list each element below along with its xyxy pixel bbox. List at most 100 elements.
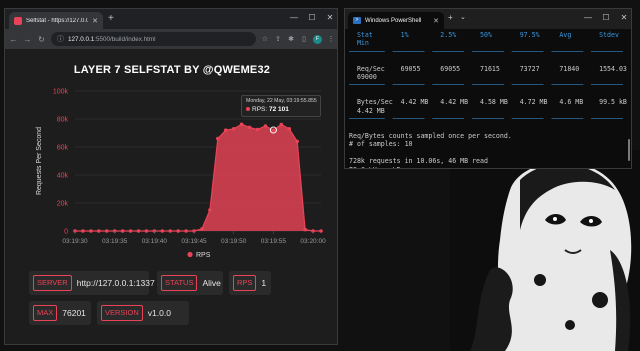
rps-point — [208, 208, 212, 212]
rps-point — [271, 128, 276, 132]
rps-point — [216, 136, 220, 141]
minimize-icon[interactable]: — — [579, 11, 597, 25]
x-tick-label: 03:19:55 — [261, 238, 287, 245]
close-tab-icon[interactable]: ✕ — [433, 17, 439, 25]
rps-point — [255, 127, 260, 132]
server-label: SERVER — [33, 275, 72, 291]
forward-icon[interactable]: → — [23, 35, 32, 44]
browser-window: Selfstat - https://127.0.0.1:1337 ✕ + — … — [4, 8, 338, 345]
terminal-line: PS C:\Users\Dev> — [349, 166, 625, 169]
max-value: 76201 — [62, 308, 86, 318]
rps-point — [319, 229, 323, 233]
profile-avatar[interactable]: F — [313, 34, 322, 44]
rps-point — [136, 229, 141, 233]
terminal-line: 69000 — [349, 73, 377, 82]
series-dot-icon — [246, 107, 250, 111]
rps-point — [263, 124, 268, 128]
close-tab-icon[interactable]: ✕ — [92, 17, 98, 25]
close-window-icon[interactable]: ✕ — [615, 11, 631, 25]
address-bar[interactable]: ⓘ 127.0.0.1:5500/build/index.html — [51, 32, 256, 46]
y-tick-label: 80k — [57, 117, 69, 124]
bookmark-star-icon[interactable]: ☆ — [261, 35, 269, 43]
terminal-line: Req/Bytes counts sampled once per second… — [349, 131, 512, 140]
powershell-tab[interactable]: > Windows PowerShell ✕ — [348, 12, 444, 29]
minimize-icon[interactable]: — — [285, 11, 303, 25]
rps-point — [200, 227, 204, 231]
max-card: MAX 76201 — [29, 301, 91, 325]
tooltip-date: Monday, 22 May, 03:19:55.855 — [246, 98, 317, 104]
sidebar-icon[interactable]: ▯ — [300, 35, 308, 43]
status-value: Alive — [202, 278, 221, 288]
x-tick-label: 03:19:45 — [181, 238, 207, 245]
reload-icon[interactable]: ↻ — [37, 35, 46, 44]
legend-swatch — [187, 251, 193, 258]
rps-point — [184, 229, 188, 233]
address-url: 127.0.0.1:5500/build/index.html — [68, 35, 156, 43]
new-tab-button[interactable]: + — [448, 13, 453, 22]
rps-point — [287, 127, 292, 131]
favicon-icon — [14, 16, 22, 25]
site-info-icon[interactable]: ⓘ — [57, 34, 64, 44]
server-card: SERVER http://127.0.0.1:1337 — [29, 271, 155, 295]
version-card: VERSION v1.0.0 — [97, 301, 189, 325]
terminal-line: 728k requests in 10.06s, 46 MB read — [349, 157, 488, 166]
terminal-line: Stat 1% 2.5% 50% 97.5% Avg Stdev — [349, 31, 619, 39]
terminal-line: ───────── ──────── ──────── ──────── ───… — [349, 115, 623, 124]
rps-point — [120, 229, 125, 233]
tooltip-series: RPS: — [252, 106, 268, 113]
version-value: v1.0.0 — [147, 308, 171, 318]
terminal-line: Bytes/Sec 4.42 MB 4.42 MB 4.58 MB 4.72 M… — [349, 98, 627, 107]
rps-value: 1 — [261, 278, 267, 288]
y-axis-title: Requests Per Second — [36, 127, 43, 195]
back-icon[interactable]: ← — [9, 35, 18, 44]
terminal-line: ───────── ──────── ──────── ──────── ───… — [349, 81, 623, 90]
maximize-icon[interactable]: ☐ — [303, 11, 321, 25]
powershell-icon: > — [353, 17, 361, 24]
max-label: MAX — [33, 305, 58, 321]
status-label: STATUS — [161, 275, 198, 291]
terminal-line: Req/Sec 69055 69055 71615 73727 71840 15… — [349, 64, 627, 73]
rps-point — [231, 127, 236, 131]
menu-icon[interactable]: ⋮ — [327, 35, 335, 43]
tab-dropdown-icon[interactable]: ⌄ — [460, 13, 466, 21]
rps-point — [295, 139, 299, 144]
browser-toolbar: ← → ↻ ⓘ 127.0.0.1:5500/build/index.html … — [5, 29, 337, 49]
close-window-icon[interactable]: ✕ — [321, 11, 337, 25]
terminal-output[interactable]: Stat 1% 2.5% 50% 97.5% Avg Stdev Min ────… — [349, 31, 627, 169]
wallpaper-art — [450, 150, 640, 351]
rps-point — [247, 125, 252, 130]
powershell-window: > Windows PowerShell ✕ + ⌄ — ☐ ✕ Stat 1%… — [344, 8, 632, 169]
powershell-tab-title: Windows PowerShell — [365, 17, 422, 24]
rps-point — [104, 229, 109, 233]
new-tab-button[interactable]: + — [108, 13, 114, 25]
rps-point — [81, 229, 85, 233]
rps-point — [303, 227, 307, 232]
terminal-line: 4.42 MB — [349, 106, 385, 115]
browser-tab-selfstat[interactable]: Selfstat - https://127.0.0.1:1337 ✕ — [9, 12, 103, 29]
terminal-line: Min — [349, 39, 369, 48]
powershell-tab-bar: > Windows PowerShell ✕ + ⌄ — ☐ ✕ — [345, 9, 631, 29]
rps-point — [176, 229, 180, 233]
x-tick-label: 03:19:40 — [142, 238, 168, 245]
browser-tab-bar: Selfstat - https://127.0.0.1:1337 ✕ + — … — [5, 9, 337, 29]
maximize-icon[interactable]: ☐ — [597, 11, 615, 25]
selfstat-page: LAYER 7 SELFSTAT BY @QWEME32 0 20k 40k 60k 8… — [5, 49, 337, 344]
server-value: http://127.0.0.1:1337 — [76, 278, 155, 288]
extensions-icon[interactable]: ✱ — [287, 35, 295, 43]
rps-point — [144, 229, 149, 233]
rps-point — [128, 229, 133, 233]
y-tick-label: 20k — [57, 201, 69, 208]
page-title: LAYER 7 SELFSTAT BY @QWEME32 — [73, 64, 271, 76]
terminal-scrollbar[interactable] — [628, 139, 630, 161]
rps-label: RPS — [233, 275, 257, 291]
y-tick-label: 40k — [57, 173, 69, 180]
y-tick-label: 60k — [57, 145, 69, 152]
share-icon[interactable]: ⇪ — [274, 35, 282, 43]
tooltip-value: 72 101 — [268, 106, 289, 113]
rps-card: RPS 1 — [229, 271, 271, 295]
y-tick-label: 0 — [64, 229, 68, 236]
x-tick-label: 03:19:35 — [102, 238, 128, 245]
terminal-line: ───────── ──────── ──────── ──────── ───… — [349, 47, 623, 56]
